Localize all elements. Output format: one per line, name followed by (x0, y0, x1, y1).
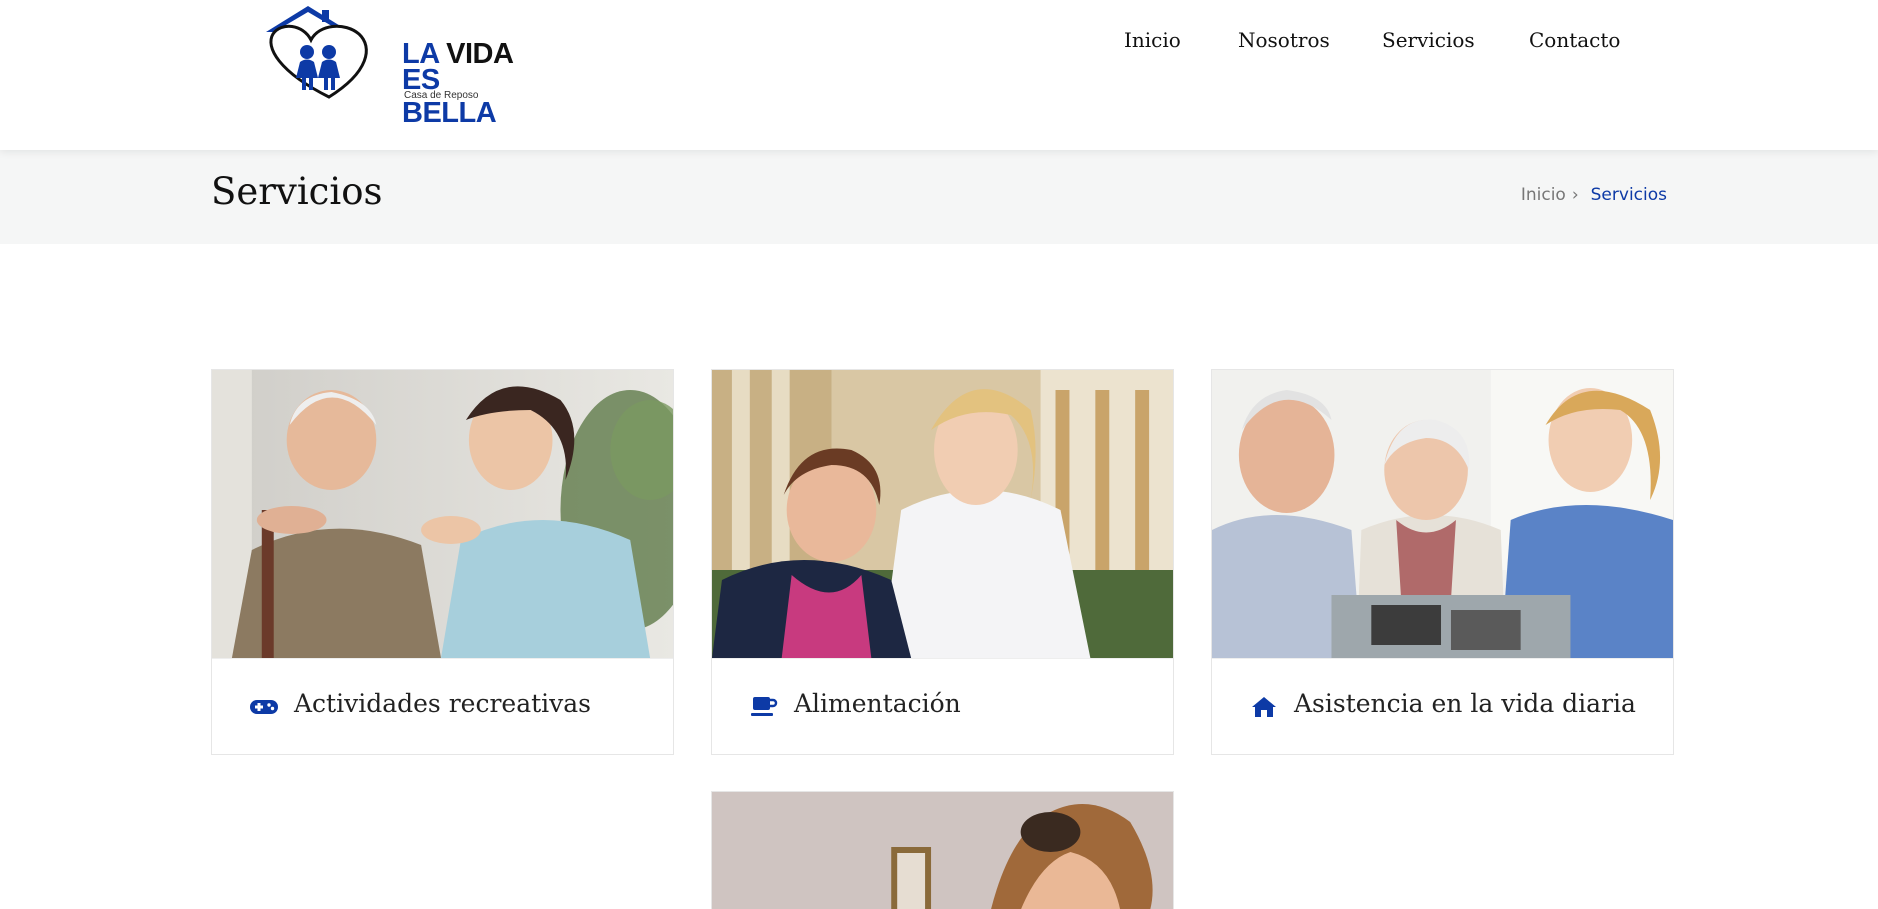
nav-link-contacto[interactable]: Contacto (1529, 28, 1620, 52)
page-title: Servicios (211, 170, 383, 213)
breadcrumb-home-link[interactable]: Inicio (1521, 185, 1566, 205)
service-card-caption: Actividades recreativas (212, 658, 673, 754)
service-title: Alimentación (794, 689, 961, 718)
gamepad-icon (250, 700, 278, 714)
service-card-partial[interactable] (711, 791, 1174, 909)
main-nav: Inicio Nosotros Servicios Contacto (0, 28, 1878, 58)
home-icon (1252, 697, 1276, 717)
service-photo-seniors-viewing-photos (1212, 370, 1673, 658)
service-card-asistencia[interactable]: Asistencia en la vida diaria (1211, 369, 1674, 755)
nav-link-servicios[interactable]: Servicios (1382, 28, 1475, 52)
service-card-alimentacion[interactable]: Alimentación (711, 369, 1174, 755)
breadcrumb-current: Servicios (1590, 185, 1667, 205)
site-header: LA VIDA ES BELLA Casa de Reposo Inicio N… (0, 0, 1878, 150)
service-photo-nurse-with-elderly-woman (712, 370, 1173, 658)
service-card-actividades[interactable]: Actividades recreativas (211, 369, 674, 755)
service-photo-woman-with-framed-picture (712, 792, 1173, 909)
service-title: Actividades recreativas (294, 689, 591, 718)
service-card-caption: Alimentación (712, 658, 1173, 754)
page-title-bar: Servicios Inicio › Servicios (0, 150, 1878, 244)
coffee-cup-icon (751, 697, 778, 716)
logo-tagline: Casa de Reposo (404, 90, 479, 101)
nav-link-inicio[interactable]: Inicio (1124, 28, 1181, 52)
breadcrumb-separator: › (1571, 185, 1579, 205)
service-photo-elderly-man-with-caregiver (212, 370, 673, 658)
breadcrumb: Inicio › Servicios (1521, 185, 1667, 205)
service-card-caption: Asistencia en la vida diaria (1212, 658, 1673, 754)
service-title: Asistencia en la vida diaria (1294, 689, 1636, 718)
nav-link-nosotros[interactable]: Nosotros (1238, 28, 1330, 52)
